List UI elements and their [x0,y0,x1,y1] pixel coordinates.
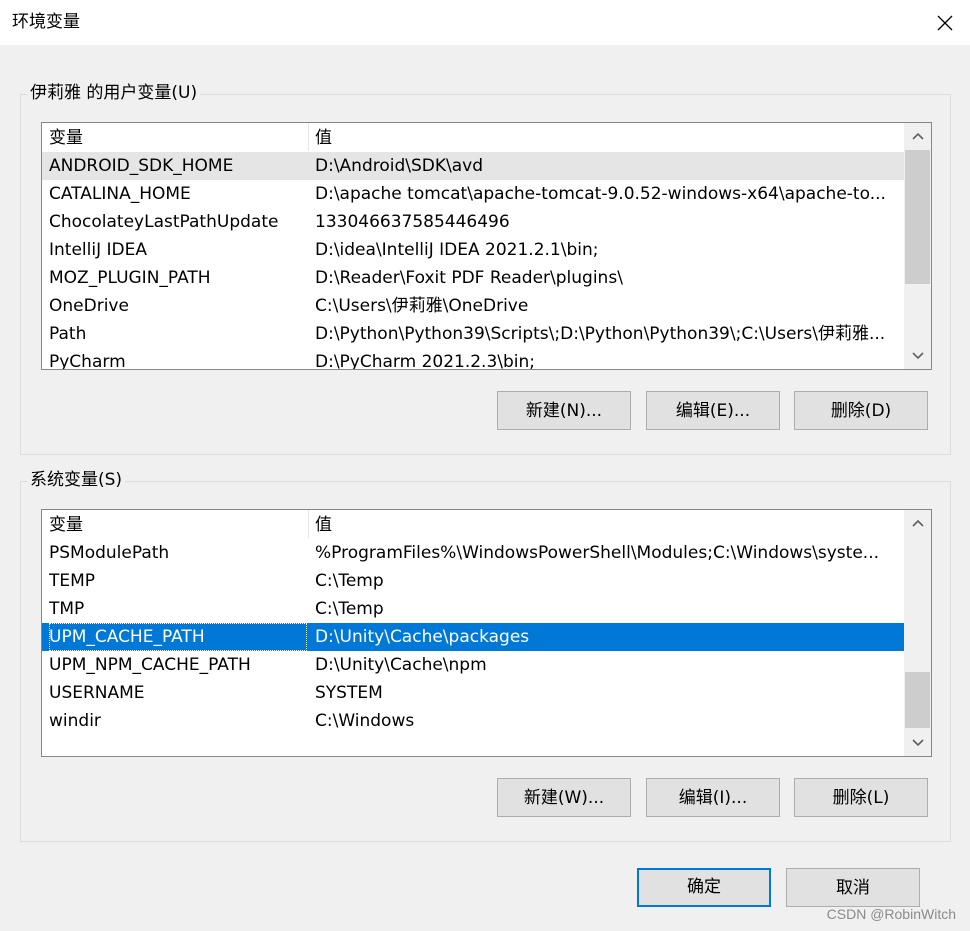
chevron-up-icon [911,519,924,527]
user-variables-legend: 伊莉雅 的用户变量(U) [27,82,201,104]
system-variables-rows: PSModulePath %ProgramFiles%\WindowsPowerS… [42,539,904,735]
variable-value: D:\PyCharm 2021.2.3\bin; [315,352,536,370]
variable-name: IntelliJ IDEA [49,240,147,260]
variable-value: %ProgramFiles%\WindowsPowerShell\Modules… [315,543,879,563]
variable-name: UPM_NPM_CACHE_PATH [49,655,251,675]
variable-name: windir [49,711,101,731]
user-variables-group: 伊莉雅 的用户变量(U) 变量 值 ANDROID_SDK_HOME D:\And… [20,82,951,455]
variable-name: TEMP [49,571,96,591]
user-list-scrollbar[interactable] [904,123,931,369]
user-variables-list[interactable]: 变量 值 ANDROID_SDK_HOME D:\Android\SDK\avd C… [41,122,932,370]
list-item[interactable]: CATALINA_HOME D:\apache tomcat\apache-tom… [42,180,904,208]
list-item[interactable]: ANDROID_SDK_HOME D:\Android\SDK\avd [42,152,904,180]
variable-name: CATALINA_HOME [49,184,191,204]
variable-value: D:\Python\Python39\Scripts\;D:\Python\Py… [315,324,886,344]
variable-name: TMP [49,599,85,619]
watermark: CSDN @RobinWitch [826,906,956,922]
variable-name: UPM_CACHE_PATH [49,623,307,651]
user-edit-button[interactable]: 编辑(E)... [646,391,780,430]
column-header-value[interactable]: 值 [315,511,332,539]
variable-value: SYSTEM [315,683,383,703]
variable-name: Path [49,324,87,344]
column-header-value[interactable]: 值 [315,124,332,152]
list-item[interactable]: MOZ_PLUGIN_PATH D:\Reader\Foxit PDF Reade… [42,264,904,292]
system-new-button[interactable]: 新建(W)... [497,778,631,817]
list-item[interactable]: Path D:\Python\Python39\Scripts\;D:\Pytho… [42,320,904,348]
user-variables-rows: ANDROID_SDK_HOME D:\Android\SDK\avd CATALI… [42,152,904,370]
user-delete-button[interactable]: 删除(D) [794,391,928,430]
variable-value: C:\Temp [315,571,384,591]
variable-value: D:\Reader\Foxit PDF Reader\plugins\ [315,268,623,288]
column-divider[interactable] [308,123,309,151]
variable-name: ANDROID_SDK_HOME [49,156,234,176]
list-item[interactable]: PyCharm D:\PyCharm 2021.2.3\bin; [42,348,904,370]
list-item[interactable]: UPM_NPM_CACHE_PATH D:\Unity\Cache\npm [42,651,904,679]
cancel-button[interactable]: 取消 [786,868,920,907]
list-item[interactable]: UPM_CACHE_PATH D:\Unity\Cache\packages [42,623,904,651]
user-new-button[interactable]: 新建(N)... [497,391,631,430]
variable-value: C:\Temp [315,599,384,619]
chevron-up-icon [911,132,924,140]
chevron-down-icon [911,739,924,747]
system-variables-group: 系统变量(S) 变量 值 PSModulePath %ProgramFiles%\… [20,469,951,842]
scroll-up-button[interactable] [904,510,931,536]
list-item[interactable]: TMP C:\Temp [42,595,904,623]
list-item[interactable]: IntelliJ IDEA D:\idea\IntelliJ IDEA 2021.… [42,236,904,264]
list-item[interactable]: USERNAME SYSTEM [42,679,904,707]
variable-value: C:\Windows [315,711,415,731]
list-header: 变量 值 [42,123,904,151]
list-item[interactable]: PSModulePath %ProgramFiles%\WindowsPowerS… [42,539,904,567]
system-edit-button[interactable]: 编辑(I)... [646,778,780,817]
list-item[interactable]: OneDrive C:\Users\伊莉雅\OneDrive [42,292,904,320]
system-delete-button[interactable]: 删除(L) [794,778,928,817]
window-title: 环境变量 [12,12,80,32]
variable-value: 133046637585446496 [315,212,510,232]
variable-name: PSModulePath [49,543,170,563]
variable-value: D:\apache tomcat\apache-tomcat-9.0.52-wi… [315,184,886,204]
system-list-scrollbar[interactable] [904,510,931,756]
title-bar: 环境变量 [0,0,970,45]
ok-button[interactable]: 确定 [637,868,771,907]
variable-name: OneDrive [49,296,129,316]
scroll-thumb[interactable] [905,150,930,284]
system-variables-list[interactable]: 变量 值 PSModulePath %ProgramFiles%\WindowsP… [41,509,932,757]
variable-name: ChocolateyLastPathUpdate [49,212,279,232]
scroll-down-button[interactable] [904,730,931,756]
variable-name: PyCharm [49,352,126,370]
list-item[interactable]: windir C:\Windows [42,707,904,735]
variable-name: MOZ_PLUGIN_PATH [49,268,211,288]
list-item[interactable]: ChocolateyLastPathUpdate 1330466375854464… [42,208,904,236]
scroll-up-button[interactable] [904,123,931,149]
scroll-thumb[interactable] [905,672,930,728]
variable-value: D:\Unity\Cache\npm [315,655,487,675]
column-header-variable[interactable]: 变量 [49,124,83,152]
variable-value: D:\idea\IntelliJ IDEA 2021.2.1\bin; [315,240,599,260]
variable-value: D:\Unity\Cache\packages [315,627,530,647]
chevron-down-icon [911,352,924,360]
scroll-down-button[interactable] [904,343,931,369]
close-icon [937,15,953,30]
variable-value: D:\Android\SDK\avd [315,156,484,176]
column-divider[interactable] [308,510,309,538]
list-item[interactable]: TEMP C:\Temp [42,567,904,595]
close-button[interactable] [920,0,970,45]
system-variables-legend: 系统变量(S) [27,469,126,491]
variable-name: USERNAME [49,683,145,703]
variable-value: C:\Users\伊莉雅\OneDrive [315,296,529,316]
list-header: 变量 值 [42,510,904,538]
column-header-variable[interactable]: 变量 [49,511,83,539]
